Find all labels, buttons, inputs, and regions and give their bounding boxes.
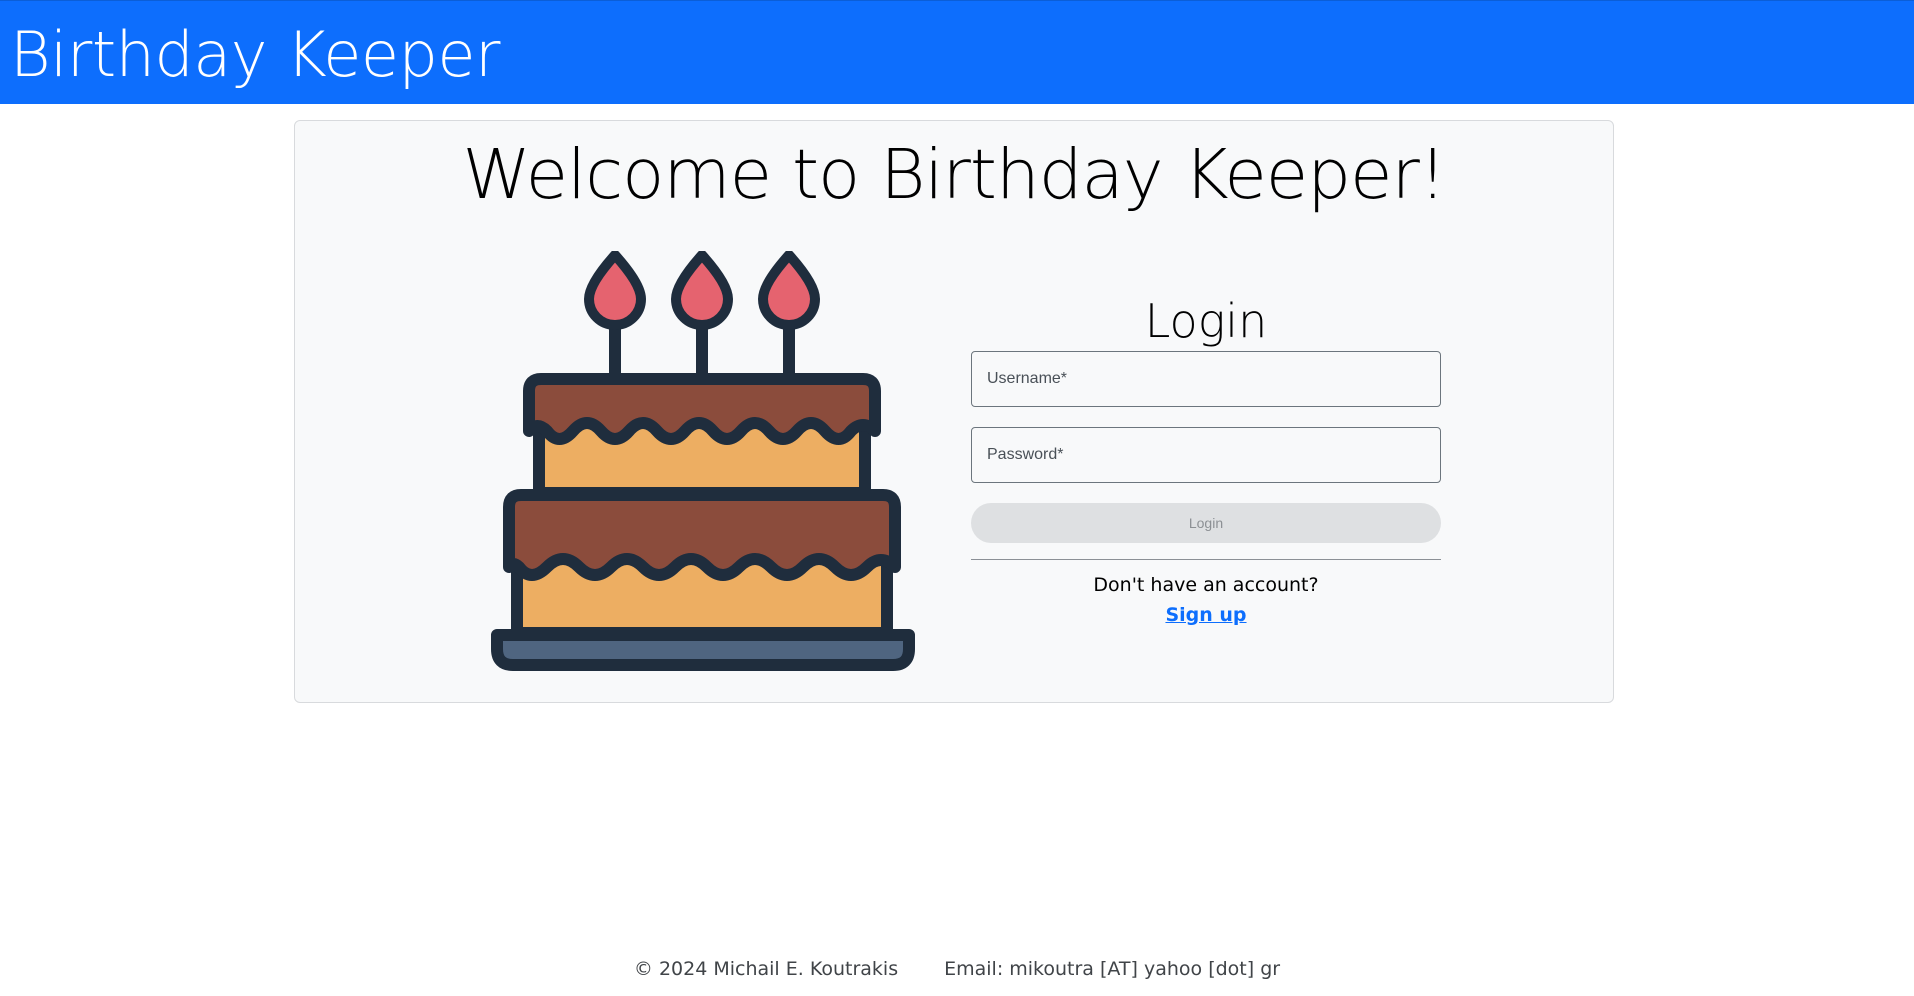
- welcome-card: Welcome to Birthday Keeper! Login Userna…: [294, 120, 1614, 703]
- password-field[interactable]: [971, 427, 1441, 483]
- navbar: Birthday Keeper: [0, 0, 1914, 104]
- divider: [971, 559, 1441, 560]
- no-account-text: Don't have an account?: [1093, 574, 1319, 596]
- footer-email: Email: mikoutra [AT] yahoo [dot] gr: [944, 958, 1281, 980]
- password-input[interactable]: [972, 428, 1440, 482]
- footer-copyright: © 2024 Michail E. Koutrakis: [633, 958, 899, 980]
- birthday-cake-icon: [491, 250, 921, 683]
- footer: © 2024 Michail E. Koutrakis Email: mikout…: [0, 958, 1914, 980]
- brand-title[interactable]: Birthday Keeper: [10, 15, 501, 95]
- login-button[interactable]: Login: [971, 503, 1441, 543]
- welcome-title: Welcome to Birthday Keeper!: [462, 135, 1446, 215]
- login-form: Login Login Don't have an account? Sign …: [971, 291, 1441, 628]
- signup-link[interactable]: Sign up: [971, 602, 1441, 628]
- username-input[interactable]: [972, 352, 1440, 406]
- login-title: Login: [1144, 294, 1268, 348]
- username-field[interactable]: [971, 351, 1441, 407]
